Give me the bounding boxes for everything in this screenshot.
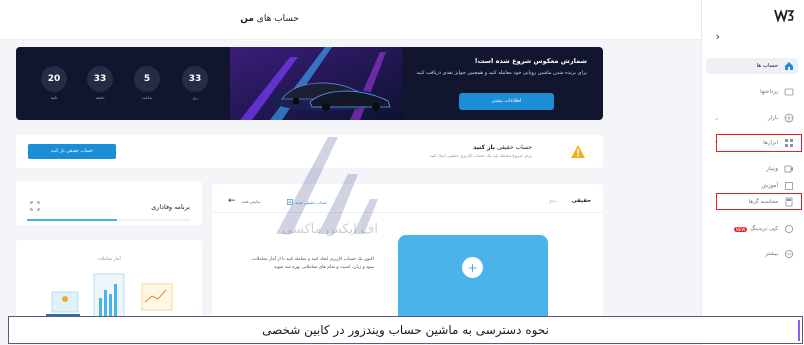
- arrow-left-icon[interactable]: ←: [228, 196, 236, 206]
- promo-banner: 20 ثانیه 33 دقیقه 5 ساعت 33 روز شمارش مع…: [16, 47, 603, 120]
- new-real-account-label: حساب حقیقی جدید: [295, 199, 328, 205]
- create-account-card[interactable]: +: [398, 235, 548, 319]
- more-info-button[interactable]: اطلاعات بیشتر: [459, 93, 554, 110]
- countdown-hours: 5: [134, 66, 160, 92]
- sidebar-item-label: حساب ها: [756, 63, 778, 69]
- highlight-calculators: [716, 193, 802, 210]
- sidebar-item-webinar[interactable]: وبینار: [706, 161, 798, 177]
- globe-icon: [784, 113, 794, 123]
- countdown-minutes: 33: [87, 66, 113, 92]
- home-icon: [784, 61, 794, 71]
- tab-demo-accounts[interactable]: دمو: [549, 198, 557, 204]
- show-all-link[interactable]: نمایش همه: [242, 199, 261, 204]
- banner-title: شمارش معکوس شروع شده است!: [474, 57, 587, 65]
- real-account-title: حساب حقیقی باز کنید: [473, 144, 532, 151]
- book-icon: [784, 181, 794, 191]
- caption-edge: [798, 320, 800, 341]
- real-account-subtitle: برای شروع معامله باید یک حساب کاربری حقی…: [429, 153, 532, 158]
- sidebar-item-label: پرداختها: [760, 89, 778, 95]
- sidebar-item-more[interactable]: بیشتر: [706, 246, 798, 262]
- loyalty-program-panel: برنامه وفاداری: [16, 181, 202, 225]
- open-real-account-strip: حساب حقیقی باز کنید حساب حقیقی باز کنید …: [16, 135, 603, 168]
- sidebar: › حساب ها پرداختها بازار ⌄ ابزارها ⌃ وبی…: [701, 0, 804, 345]
- expand-icon[interactable]: [30, 201, 40, 211]
- highlight-tools: [716, 134, 802, 152]
- top-bar: حساب های من: [0, 0, 701, 40]
- countdown-minutes-label: دقیقه: [95, 95, 105, 100]
- banner-subtitle: برای برنده شدن ماشین رویایی خود معامله ک…: [416, 70, 588, 76]
- trading-stats-title: آمار معاملات: [97, 257, 121, 262]
- page-title: حساب های من: [240, 14, 299, 24]
- trading-stats-illustration: [46, 273, 173, 320]
- empty-accounts-text: اکنون یک حساب کاربری ایجاد کنید و معامله…: [251, 257, 374, 270]
- car-promo-image: [230, 47, 402, 120]
- add-account-icon: [287, 199, 293, 205]
- sidebar-item-payments[interactable]: پرداختها: [706, 84, 798, 100]
- sidebar-item-education[interactable]: آموزش: [706, 178, 798, 194]
- countdown-days: 33: [182, 66, 208, 92]
- countdown-seconds-label: ثانیه: [50, 95, 58, 100]
- new-badge: NEW: [733, 226, 748, 232]
- loyalty-progress-track: [27, 219, 190, 221]
- countdown-seconds: 20: [41, 66, 67, 92]
- accounts-divider: [212, 212, 603, 213]
- tab-real-accounts[interactable]: حقیقی: [572, 198, 591, 204]
- real-account-title-bold: باز کنید: [473, 144, 496, 151]
- accounts-panel: حقیقی دمو حساب حقیقی جدید نمایش همه ← اک…: [212, 184, 603, 320]
- sidebar-item-label: آموزش: [761, 183, 778, 189]
- video-icon: [784, 164, 794, 174]
- sidebar-item-market[interactable]: بازار ⌄: [706, 110, 798, 126]
- sidebar-item-copy-trading[interactable]: کپی تریدینگ NEW: [706, 221, 798, 237]
- plus-icon[interactable]: +: [462, 257, 483, 278]
- screenshot-root: حساب های من 20 ثانیه 33 دقیقه 5 ساعت 33 …: [0, 0, 804, 345]
- chevron-right-icon[interactable]: ›: [716, 30, 720, 43]
- sidebar-item-accounts[interactable]: حساب ها: [706, 58, 798, 74]
- caption-text: نحوه دسترسی به ماشین حساب ویندزور در کاب…: [262, 323, 549, 337]
- dots-icon: [784, 249, 794, 259]
- watermark-text: اف ایکس ماکسی: [282, 222, 378, 237]
- page-title-prefix: حساب های: [256, 14, 299, 24]
- loyalty-progress-fill: [27, 219, 117, 221]
- countdown-hours-label: ساعت: [141, 95, 153, 100]
- loyalty-program-title: برنامه وفاداری: [151, 203, 190, 211]
- wallet-icon: [784, 87, 794, 97]
- countdown-days-label: روز: [192, 95, 198, 100]
- brand-logo: [774, 9, 794, 23]
- caption-bar: نحوه دسترسی به ماشین حساب ویندزور در کاب…: [8, 316, 803, 344]
- sidebar-item-label: بیشتر: [765, 251, 778, 257]
- page-title-bold: من: [240, 14, 254, 24]
- open-real-account-button[interactable]: حساب حقیقی باز کنید: [28, 144, 116, 159]
- copy-icon: [784, 224, 794, 234]
- new-real-account-link[interactable]: حساب حقیقی جدید: [287, 199, 327, 205]
- real-account-title-prefix: حساب حقیقی: [496, 144, 532, 151]
- sidebar-item-label: وبینار: [766, 166, 778, 172]
- chevron-down-icon: ⌄: [714, 114, 720, 122]
- warning-icon: [571, 145, 585, 158]
- sidebar-item-label: کپی تریدینگ: [750, 226, 778, 232]
- sidebar-item-label: بازار: [767, 115, 778, 121]
- trading-stats-panel: آمار معاملات: [16, 240, 202, 320]
